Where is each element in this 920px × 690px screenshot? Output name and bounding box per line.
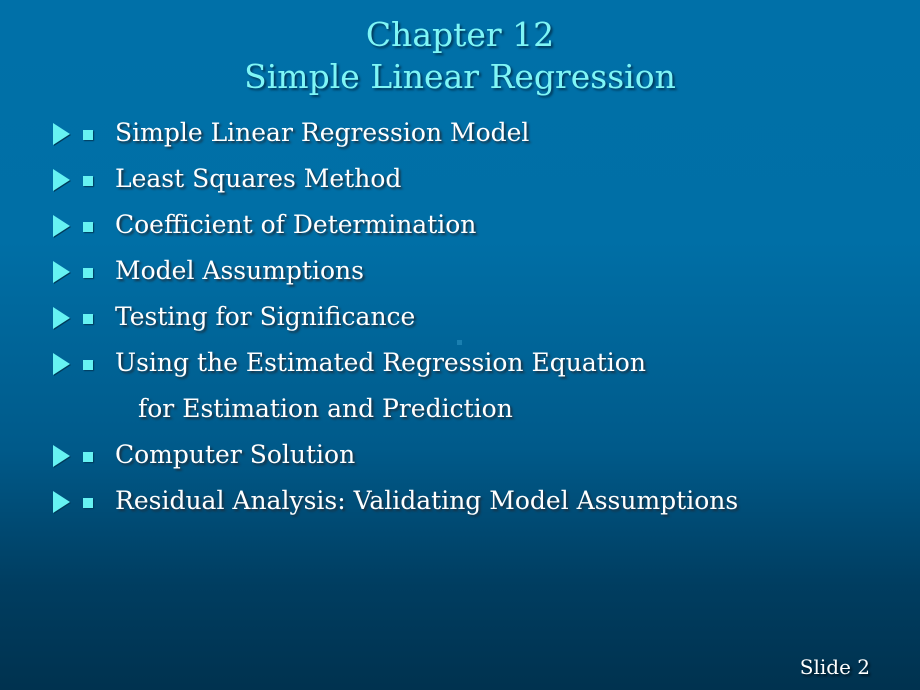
play-arrow-icon[interactable]	[53, 353, 70, 375]
list-item-label: Coefficient of Determination	[115, 210, 477, 239]
play-arrow-icon[interactable]	[53, 261, 70, 283]
square-bullet-icon	[83, 452, 93, 462]
title-line-1: Chapter 12	[365, 15, 555, 54]
play-arrow-icon[interactable]	[53, 215, 70, 237]
square-bullet-icon	[83, 222, 93, 232]
square-bullet-icon	[83, 130, 93, 140]
play-arrow-icon[interactable]	[53, 123, 70, 145]
list-item-label: Computer Solution	[115, 440, 356, 469]
list-item-label: Residual Analysis: Validating Model Assu…	[115, 486, 739, 515]
play-arrow-icon[interactable]	[53, 307, 70, 329]
square-bullet-icon	[83, 498, 93, 508]
list-item-label: Model Assumptions	[115, 256, 364, 285]
list-item-continuation-label: for Estimation and Prediction	[138, 394, 513, 423]
play-arrow-icon[interactable]	[53, 169, 70, 191]
list-item-label: Using the Estimated Regression Equation	[115, 348, 646, 377]
square-bullet-icon	[83, 314, 93, 324]
square-bullet-icon	[83, 268, 93, 278]
list-item-label: Least Squares Method	[115, 164, 402, 193]
title-line-2: Simple Linear Regression	[244, 57, 676, 96]
decorative-dot	[457, 340, 462, 345]
play-arrow-icon[interactable]	[53, 445, 70, 467]
slide-number: Slide 2	[799, 655, 870, 679]
list-item-label: Testing for Significance	[115, 302, 416, 331]
list-item-label: Simple Linear Regression Model	[115, 118, 530, 147]
play-arrow-icon[interactable]	[53, 491, 70, 513]
square-bullet-icon	[83, 176, 93, 186]
square-bullet-icon	[83, 360, 93, 370]
slide-title: Chapter 12 Simple Linear Regression	[0, 14, 920, 98]
